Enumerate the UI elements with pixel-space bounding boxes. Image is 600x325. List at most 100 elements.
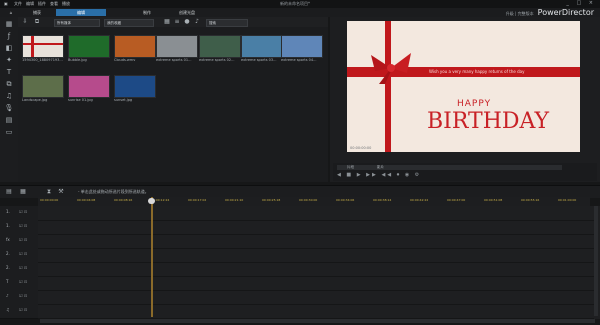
track-header[interactable]: 2. ☑ ⊡ [0,248,38,263]
timeline-view-icon[interactable]: ▤ [4,187,14,197]
tab-clip[interactable]: 片段 [347,165,354,170]
ruler-tick: 00:00:55:16 [521,198,540,202]
upgrade-link[interactable]: 升级 | 完整版本 [506,11,534,16]
color-icon[interactable]: ● [182,17,192,27]
media-thumbnail[interactable] [114,75,156,98]
menu-file[interactable]: 文件 [14,1,22,7]
fx-room-icon[interactable]: ƒ [4,31,14,41]
track-toggle-icons[interactable]: ☑ ⊡ [19,279,27,284]
storyboard-view-icon[interactable]: ▦ [18,187,28,197]
media-thumbnail[interactable] [22,35,64,58]
timeline-hint: - 单击此处或拖动所选片段到所选轨道。 [78,189,149,194]
voiceover-icon[interactable]: 🎙 [4,103,14,113]
library-toolbar: ⇩ ⧉ 所有媒体 我的收藏 ▦ ≡ ● ♪ 搜索 [18,17,328,27]
particle-room-icon[interactable]: ✦ [4,55,14,65]
track-toggle-icons[interactable]: ☑ ⊡ [19,223,27,228]
track-label: 1. [6,209,10,214]
media-label: extreme sports 04... [281,58,317,62]
transport-buttons[interactable]: ◀ ■ ▶ ▶▶ ◀◀ ⏺ ◉ ⚙ [337,172,421,178]
window-controls[interactable]: _ □ × [566,0,596,6]
audio-track-lane[interactable] [38,262,594,277]
media-thumbnail[interactable] [68,75,110,98]
media-thumbnail[interactable] [199,35,241,58]
ruler-tick: 00:00:42:22 [410,198,429,202]
track-label: 2. [6,251,10,256]
ruler-tick: 00:00:21:10 [225,198,244,202]
audio-icon[interactable]: ♪ [192,17,202,27]
ruler-tick: 00:00:04:08 [77,198,96,202]
search-input[interactable]: 搜索 [206,19,248,27]
timeline-ruler[interactable]: 00:00:00:00 00:00:04:08 00:00:08:16 00:0… [38,197,590,206]
plugin-icon[interactable]: ⧉ [32,17,42,27]
title-track-lane[interactable] [38,276,594,291]
track-toggle-icons[interactable]: ☑ ⊡ [19,209,27,214]
ribbon-vertical [385,21,391,152]
audio-mixing-icon[interactable]: ♫ [4,91,14,101]
track-header[interactable]: fx ☑ ⊡ [0,234,38,249]
import-icon[interactable]: ⇩ [20,17,30,27]
media-thumbnail[interactable] [114,35,156,58]
track-header[interactable]: T ☑ ⊡ [0,276,38,291]
tab-edit[interactable]: 编辑 [56,9,106,16]
subtitle-room-icon[interactable]: ▭ [4,127,14,137]
timeline-tracks: 1. ☑ ⊡ 1. ☑ ⊡ fx ☑ ⊡ 2. ☑ ⊡ 2. ☑ ⊡ T ☑ ⊡ ♪ ☑ ⊡ … [0,206,600,319]
ribbon-caption: Wish you a very many happy returns of th… [429,69,525,74]
music-track-lane[interactable] [38,304,594,319]
track-header[interactable]: ♪ ☑ ⊡ [0,290,38,305]
sort-icon[interactable]: ≡ [172,17,182,27]
media-filter-dropdown[interactable]: 所有媒体 [54,19,100,27]
playback-controls: 片段 影片 ◀ ■ ▶ ▶▶ ◀◀ ⏺ ◉ ⚙ [333,163,597,181]
menu-view[interactable]: 查看 [50,1,58,7]
preview-timecode: 00:00:00:00 [350,146,372,150]
pip-room-icon[interactable]: ◧ [4,43,14,53]
chapter-room-icon[interactable]: ▤ [4,115,14,125]
tab-capture[interactable]: 捕获 [22,9,52,16]
menu-edit[interactable]: 编辑 [26,1,34,7]
ruler-tick: 00:00:34:06 [336,198,355,202]
menu-plugins[interactable]: 插件 [38,1,46,7]
app-logo-icon[interactable]: ▣ [4,1,8,6]
track-header[interactable]: 1. ☑ ⊡ [0,206,38,221]
media-thumbnail[interactable] [241,35,283,58]
preview-window[interactable]: Wish you a very many happy returns of th… [347,21,580,152]
collection-dropdown[interactable]: 我的收藏 [104,19,154,27]
tab-create-disc[interactable]: 创建光盘 [170,9,204,16]
menu-play[interactable]: 播放 [62,1,70,7]
transition-room-icon[interactable]: ⧉ [4,79,14,89]
track-header[interactable]: 2. ☑ ⊡ [0,262,38,277]
timeline-vertical-scrollbar[interactable] [594,206,598,316]
title-room-icon[interactable]: T [4,67,14,77]
grid-view-icon[interactable]: ▦ [162,17,172,27]
media-label: Bubble.jpg [68,58,87,62]
track-label: fx [6,237,10,242]
split-icon[interactable]: ⧗ [44,187,54,197]
title-happy: HAPPY [457,99,492,109]
ruler-tick: 00:00:00:00 [40,198,59,202]
playhead-line[interactable] [151,197,153,317]
tab-produce[interactable]: 制作 [132,9,162,16]
media-thumbnail[interactable] [22,75,64,98]
track-toggle-icons[interactable]: ☑ ⊡ [19,293,27,298]
fx-track-lane[interactable] [38,234,594,249]
media-room-icon[interactable]: ▦ [4,19,14,29]
home-icon[interactable]: ⌂ [4,9,18,16]
tools-icon[interactable]: ⚒ [56,187,66,197]
audio-track-lane[interactable] [38,220,594,235]
voice-track-lane[interactable] [38,290,594,305]
media-thumbnail[interactable] [68,35,110,58]
track-header[interactable]: ♫ ☑ ⊡ [0,304,38,319]
timeline-horizontal-scrollbar[interactable] [40,319,595,323]
media-thumbnail[interactable] [156,35,198,58]
track-header[interactable]: 1. ☑ ⊡ [0,220,38,235]
media-label: sunset.jpg [114,98,133,102]
video-track-lane[interactable] [38,248,594,263]
media-thumbnail[interactable] [281,35,323,58]
tab-movie[interactable]: 影片 [377,165,384,170]
track-toggle-icons[interactable]: ☑ ⊡ [19,251,27,256]
track-toggle-icons[interactable]: ☑ ⊡ [19,265,27,270]
playhead-handle[interactable] [148,198,155,204]
title-birthday: BIRTHDAY [427,109,550,134]
video-track-lane[interactable] [38,206,594,221]
track-toggle-icons[interactable]: ☑ ⊡ [19,307,27,312]
track-toggle-icons[interactable]: ☑ ⊡ [19,237,27,242]
